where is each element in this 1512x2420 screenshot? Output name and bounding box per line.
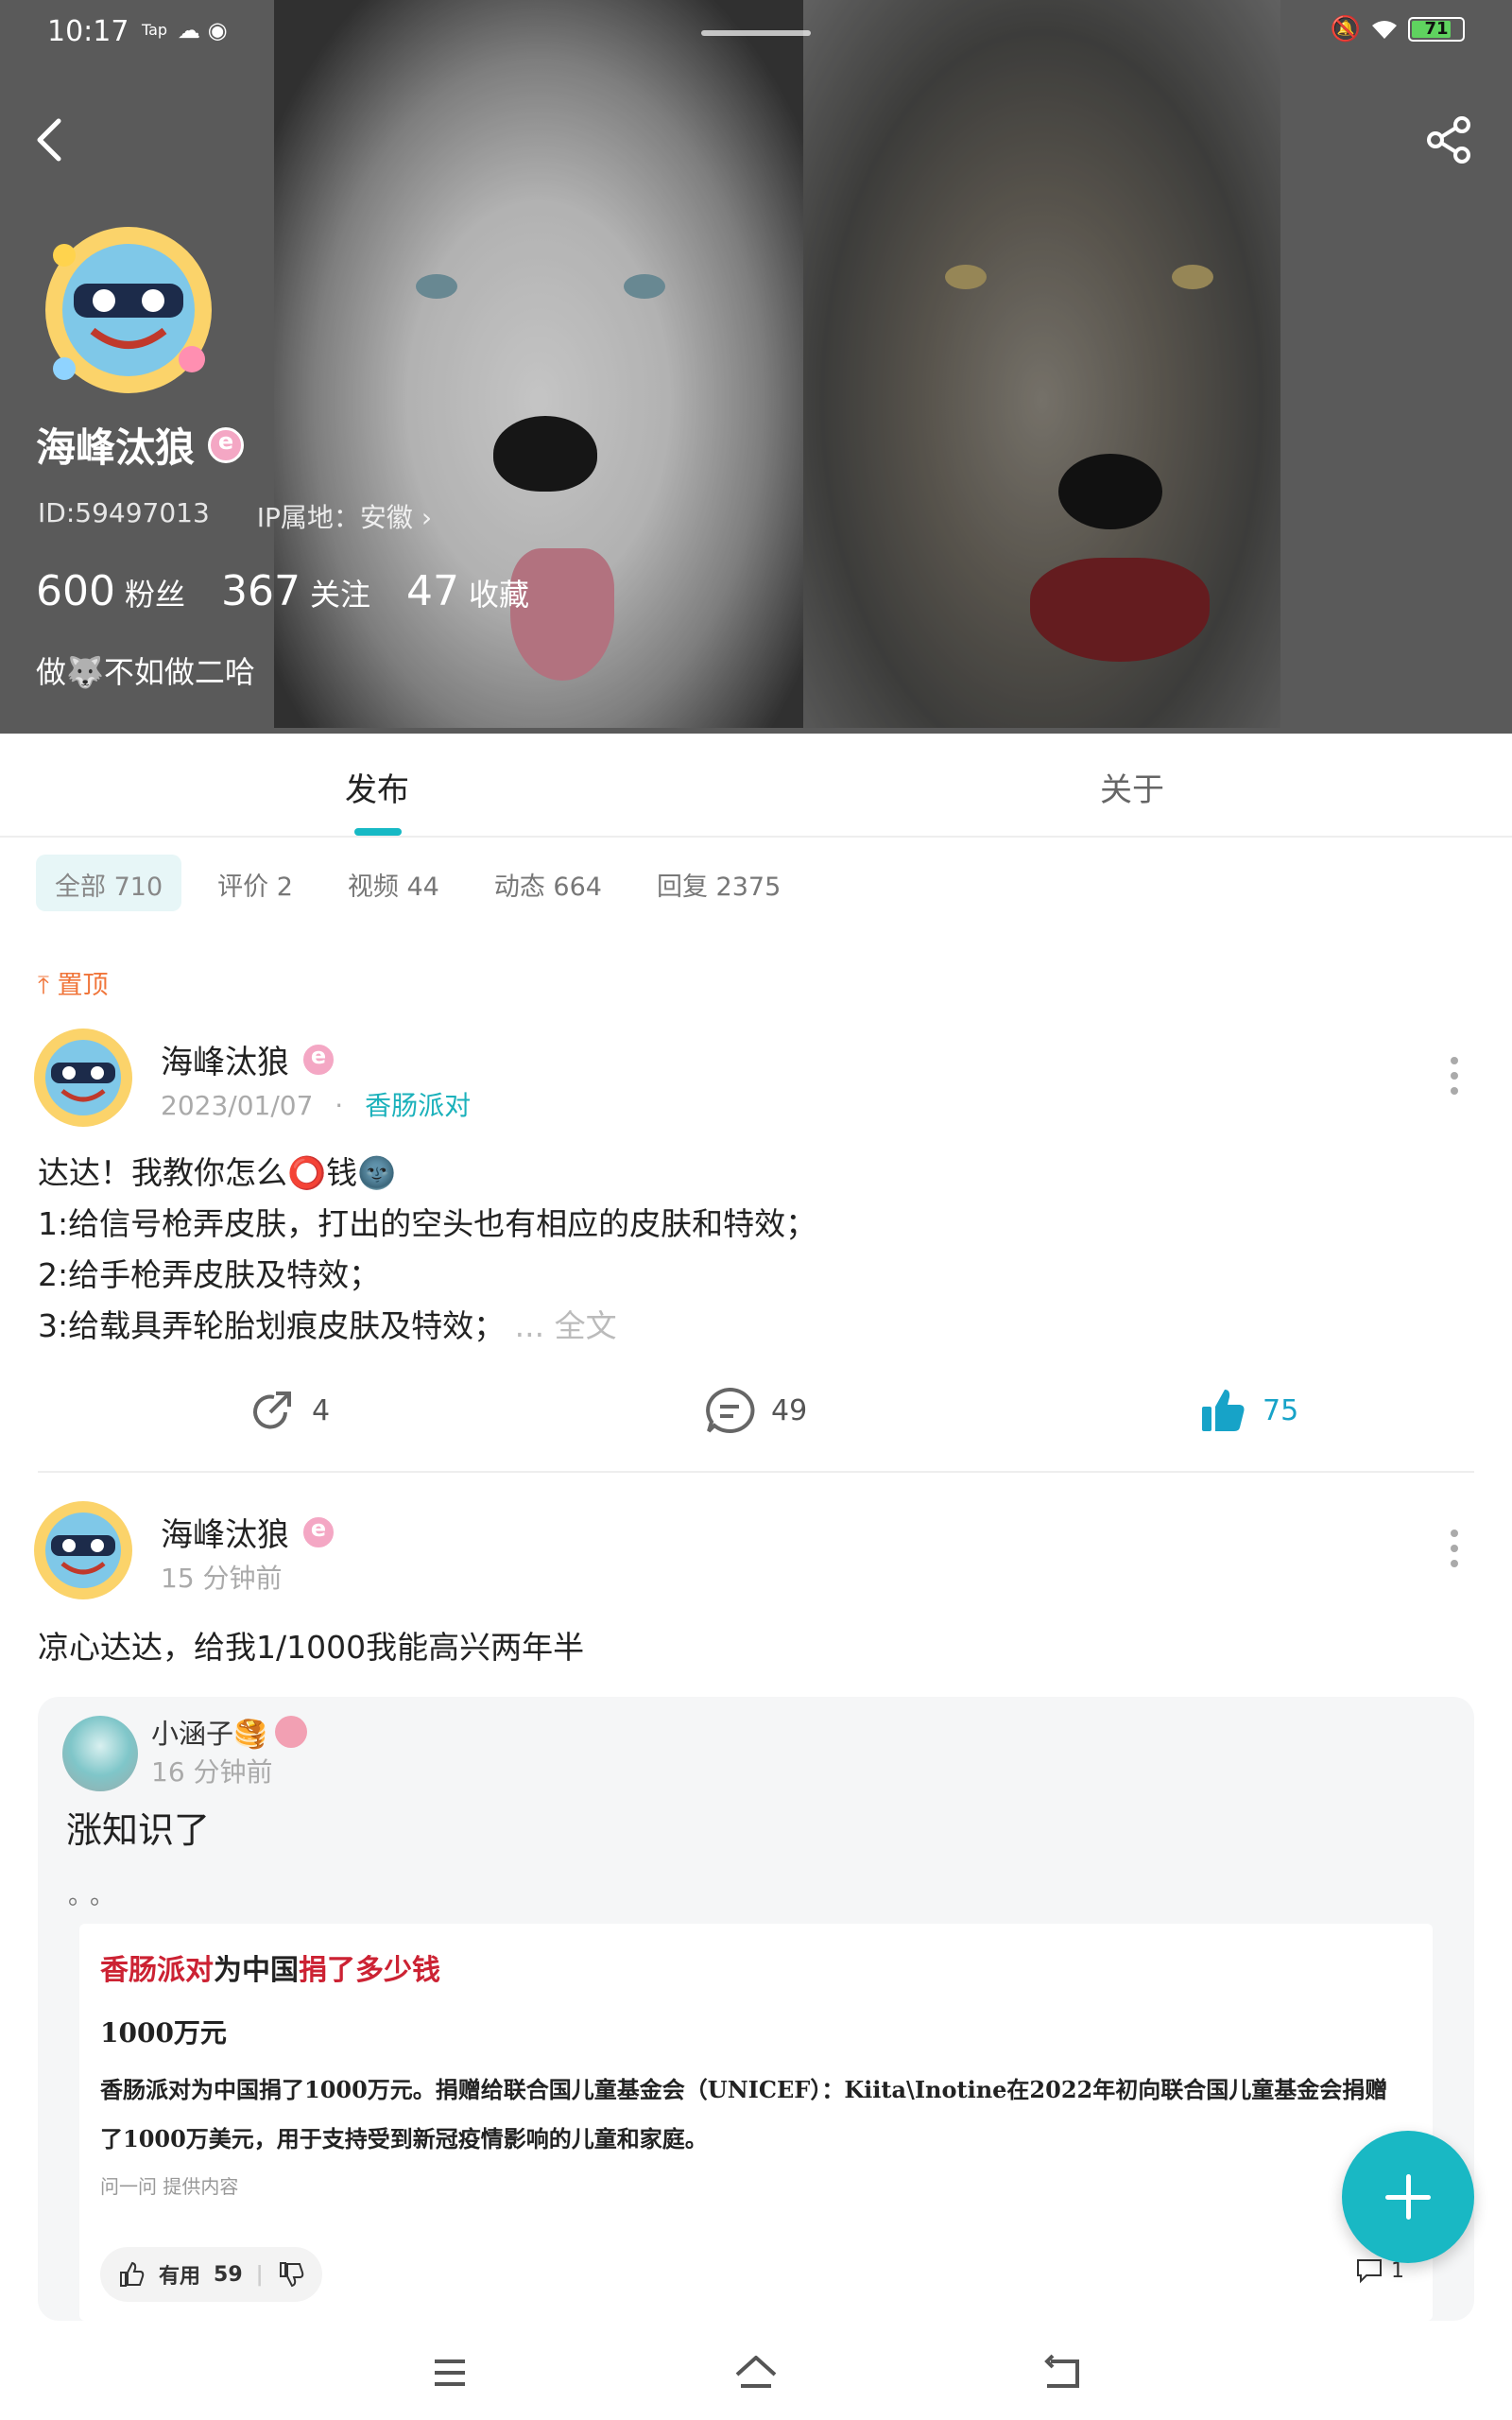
profile-username: 海峰汰狼: [36, 416, 245, 474]
post-author[interactable]: 海峰汰狼: [161, 1509, 336, 1555]
tab-indicator: [354, 828, 402, 836]
notification-icons: ☁ ◉: [178, 17, 228, 43]
profile-banner: 10:17 Tap ☁ ◉ 🔕 71 海峰汰狼 ID:59497013: [0, 0, 1512, 734]
tab-publish[interactable]: 发布: [345, 764, 409, 810]
post-author-avatar[interactable]: [28, 1023, 138, 1132]
embedded-body: 香肠派对为中国捐了1000万元。捐赠给联合国儿童基金会（UNICEF）：Kiit…: [100, 2076, 1388, 2152]
post-actions: 4 49 75: [0, 1378, 1512, 1441]
reply-time: 16 分钟前: [151, 1756, 273, 1788]
thumbs-down-icon: [279, 2262, 303, 2288]
level-badge-icon: [301, 1041, 336, 1078]
filter-reviews[interactable]: 评价 2: [198, 855, 312, 911]
back-icon[interactable]: [28, 113, 74, 166]
stats-row: 600 粉丝 367 关注 47 收藏: [36, 567, 529, 615]
comment-icon: [706, 1387, 755, 1433]
menu-icon[interactable]: [427, 2350, 472, 2395]
pinned-label: ⤒ 置顶: [38, 971, 109, 1000]
battery-icon: 71: [1408, 17, 1465, 42]
pin-icon: ⤒: [38, 971, 49, 1000]
vip-badge-icon: [275, 1716, 308, 1748]
status-bar: 10:17 Tap ☁ ◉ 🔕 71: [0, 0, 1512, 66]
post-time: 15 分钟前: [161, 1563, 283, 1594]
share-icon[interactable]: [1422, 113, 1475, 166]
embedded-source: 问一问 提供内容: [100, 2175, 239, 2198]
home-icon[interactable]: [733, 2350, 779, 2395]
tap-label: Tap: [142, 21, 168, 39]
create-post-button[interactable]: [1342, 2131, 1474, 2263]
system-nav-bar: [0, 2325, 1512, 2420]
post-category[interactable]: 香肠派对: [365, 1090, 471, 1121]
reply-text: 涨知识了: [66, 1809, 211, 1851]
embedded-useful-button: 有用 59 |: [100, 2247, 322, 2302]
status-time: 10:17: [47, 15, 129, 48]
thumbs-up-icon: [120, 2261, 145, 2287]
post-date: 2023/01/07: [161, 1090, 314, 1121]
level-badge-icon: [208, 426, 245, 463]
quoted-reply[interactable]: 小涵子🥞 16 分钟前 涨知识了 。。 香肠派对为中国捐了多少钱 1000万元 …: [38, 1697, 1474, 2321]
reply-author[interactable]: 小涵子🥞: [151, 1712, 308, 1752]
repost-button[interactable]: 4: [248, 1386, 330, 1435]
stat-followers[interactable]: 600 粉丝: [36, 567, 185, 615]
id-row: ID:59497013 IP属地：安徽 ›: [38, 497, 432, 535]
level-badge-icon: [301, 1513, 336, 1550]
profile-bio: 做🐺不如做二哈: [36, 654, 255, 690]
back-nav-icon[interactable]: [1040, 2350, 1085, 2395]
filter-replies[interactable]: 回复 2375: [638, 855, 799, 911]
embedded-answer: 1000万元: [100, 2013, 227, 2054]
status-right: 🔕 71: [1331, 15, 1465, 43]
post-content[interactable]: 达达！我教你怎么⭕钱🌚 1:给信号枪弄皮肤，打出的空头也有相应的皮肤和特效； 2…: [38, 1148, 816, 1352]
like-button[interactable]: 75: [1198, 1386, 1298, 1435]
filter-videos[interactable]: 视频 44: [329, 855, 458, 911]
filter-row: 全部 710 评价 2 视频 44 动态 664 回复 2375: [36, 855, 799, 911]
tab-about[interactable]: 关于: [1100, 764, 1164, 810]
profile-avatar[interactable]: [36, 217, 221, 403]
filter-moments[interactable]: 动态 664: [475, 855, 621, 911]
user-id: ID:59497013: [38, 497, 210, 528]
mute-icon: 🔕: [1330, 15, 1361, 43]
post-content[interactable]: 凉心达达，给我1/1000我能高兴两年半: [38, 1622, 584, 1673]
post-meta: 2023/01/07 · 香肠派对: [161, 1090, 472, 1121]
comment-button[interactable]: 49: [703, 1386, 807, 1435]
main-tabs: 发布 关于: [0, 734, 1512, 838]
reply-avatar[interactable]: [62, 1716, 138, 1791]
more-icon[interactable]: [1449, 1053, 1460, 1098]
filter-all[interactable]: 全部 710: [36, 855, 182, 911]
post-author-avatar[interactable]: [28, 1495, 138, 1605]
post-author[interactable]: 海峰汰狼: [161, 1036, 336, 1082]
reply-dots: 。。: [68, 1882, 125, 1910]
stat-following[interactable]: 367 关注: [221, 567, 370, 615]
username-text: 海峰汰狼: [36, 424, 196, 471]
embedded-title: 香肠派对为中国捐了多少钱: [100, 1954, 440, 1987]
like-icon: [1202, 1390, 1245, 1431]
more-icon[interactable]: [1449, 1526, 1460, 1571]
ip-location[interactable]: IP属地：安徽 ›: [257, 497, 432, 535]
repost-icon: [253, 1392, 291, 1429]
wifi-icon: [1372, 21, 1397, 39]
embedded-screenshot[interactable]: 香肠派对为中国捐了多少钱 1000万元 香肠派对为中国捐了1000万元。捐赠给联…: [79, 1924, 1433, 2321]
stat-favorites[interactable]: 47 收藏: [406, 567, 529, 615]
comment-icon: [1357, 2259, 1382, 2284]
post-divider: [38, 1471, 1474, 1473]
drag-handle: [701, 30, 811, 36]
read-more-link[interactable]: ... 全文: [515, 1307, 617, 1344]
